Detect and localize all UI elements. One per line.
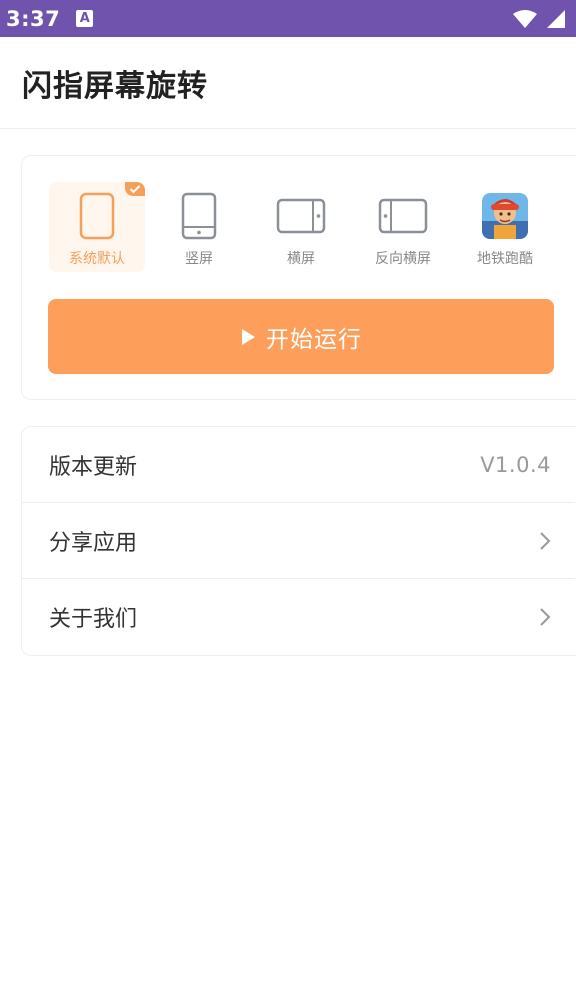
chevron-right-icon (539, 531, 551, 551)
mode-label: 竖屏 (185, 251, 213, 267)
version-value: V1.0.4 (480, 452, 551, 477)
mode-option-subway-surfers[interactable]: 地铁跑酷 (457, 182, 553, 272)
start-run-button[interactable]: 开始运行 (48, 299, 554, 374)
menu-label: 分享应用 (49, 530, 138, 556)
status-time: 3:37 (6, 6, 61, 31)
mode-options: 系统默认 竖屏 横屏 反向横屏 地铁跑酷 (49, 182, 559, 272)
app-header: 闪指屏幕旋转 (0, 37, 576, 129)
menu-item-about-us[interactable]: 关于我们 (22, 579, 575, 655)
mode-label: 系统默认 (69, 251, 125, 267)
status-bar: 3:37 A (0, 0, 576, 37)
subway-surfers-app-icon (482, 192, 528, 240)
portrait-icon (181, 192, 217, 240)
status-icons (512, 9, 566, 29)
rotation-mode-card: 系统默认 竖屏 横屏 反向横屏 地铁跑酷 开始运行 (21, 155, 576, 400)
page-title: 闪指屏幕旋转 (22, 68, 208, 104)
menu-label: 关于我们 (49, 607, 138, 632)
mode-option-system-default[interactable]: 系统默认 (49, 182, 145, 272)
landscape-icon (276, 192, 326, 240)
mode-label: 横屏 (287, 251, 315, 267)
chevron-right-icon (539, 607, 551, 627)
default-orientation-icon (79, 192, 115, 240)
mode-option-portrait[interactable]: 竖屏 (151, 182, 247, 272)
mode-option-reverse-landscape[interactable]: 反向横屏 (355, 182, 451, 272)
menu-item-share-app[interactable]: 分享应用 (22, 503, 575, 579)
wifi-icon (513, 9, 537, 28)
mode-option-landscape[interactable]: 横屏 (253, 182, 349, 272)
menu-item-version-update[interactable]: 版本更新 V1.0.4 (22, 427, 575, 503)
mode-label: 地铁跑酷 (477, 251, 533, 267)
start-run-label: 开始运行 (266, 326, 362, 353)
signal-icon (547, 9, 565, 28)
settings-menu: 版本更新 V1.0.4 分享应用 关于我们 (21, 426, 576, 656)
menu-label: 版本更新 (49, 454, 138, 480)
play-icon (242, 328, 255, 345)
mode-label: 反向横屏 (375, 251, 431, 267)
notification-icon: A (76, 10, 94, 27)
check-icon (125, 182, 145, 196)
reverse-landscape-icon (378, 192, 428, 240)
